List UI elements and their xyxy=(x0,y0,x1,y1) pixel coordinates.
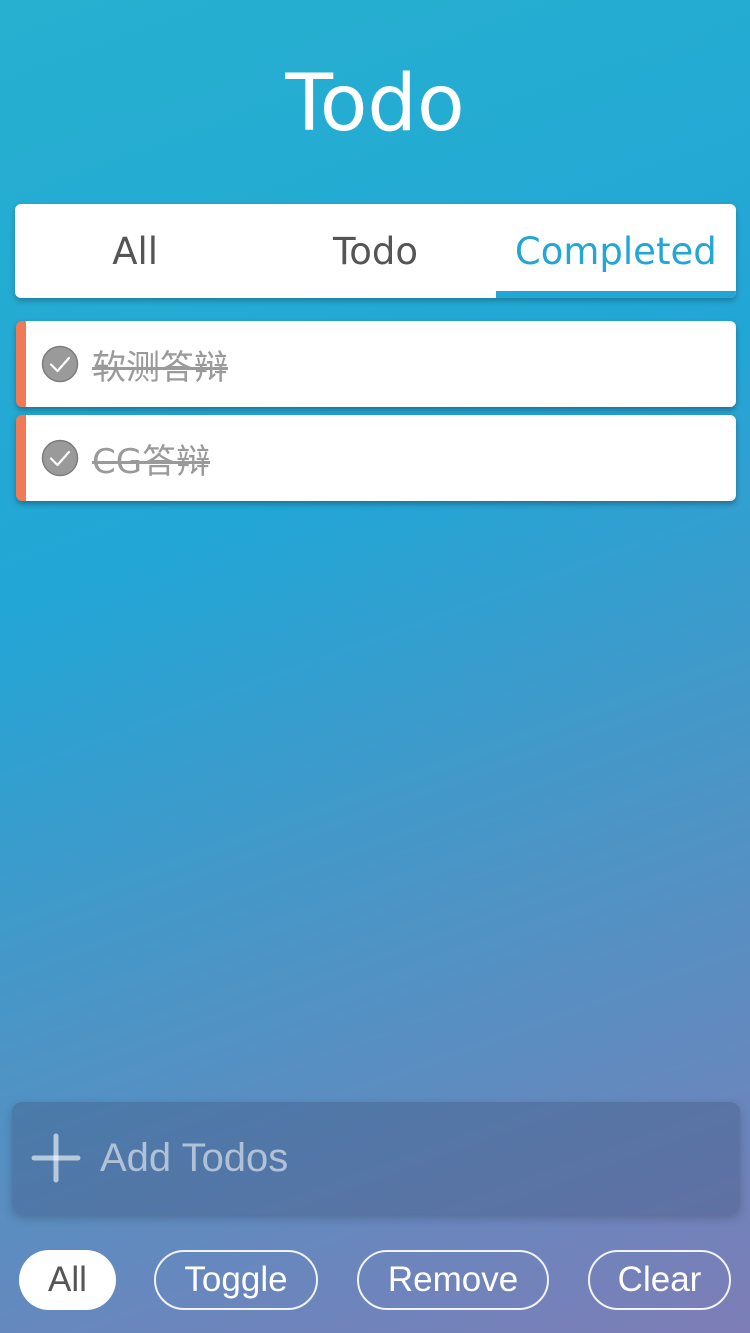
filter-all-button[interactable]: All xyxy=(19,1250,116,1310)
page-title: Todo xyxy=(285,59,465,149)
todo-list: 软测答辩 CG答辩 xyxy=(16,321,736,509)
todo-item: CG答辩 xyxy=(16,415,736,501)
clear-button[interactable]: Clear xyxy=(588,1250,731,1310)
tab-completed[interactable]: Completed xyxy=(495,204,736,298)
todo-item: 软测答辩 xyxy=(16,321,736,407)
todo-item-label: CG答辩 xyxy=(92,441,211,482)
todo-item-label: 软测答辩 xyxy=(92,347,228,388)
tab-all[interactable]: All xyxy=(15,204,255,298)
tab-todo[interactable]: Todo xyxy=(255,204,495,298)
check-circle-icon[interactable] xyxy=(41,439,79,477)
remove-button[interactable]: Remove xyxy=(357,1250,549,1310)
check-circle-icon[interactable] xyxy=(41,345,79,383)
add-todo-input[interactable] xyxy=(98,1117,740,1199)
filter-tabs: All Todo Completed xyxy=(15,204,736,298)
plus-icon[interactable] xyxy=(30,1132,82,1184)
toggle-button[interactable]: Toggle xyxy=(154,1250,318,1310)
add-todo-bar xyxy=(12,1102,740,1214)
